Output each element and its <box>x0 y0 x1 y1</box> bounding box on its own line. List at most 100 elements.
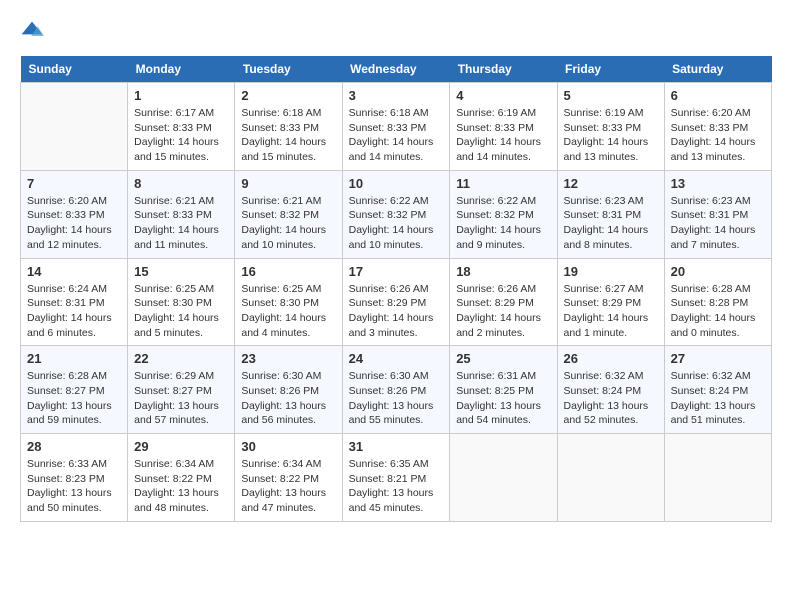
day-number: 8 <box>134 176 228 191</box>
day-info: Sunrise: 6:28 AM Sunset: 8:27 PM Dayligh… <box>27 369 121 428</box>
day-info: Sunrise: 6:17 AM Sunset: 8:33 PM Dayligh… <box>134 106 228 165</box>
day-info: Sunrise: 6:21 AM Sunset: 8:33 PM Dayligh… <box>134 194 228 253</box>
calendar-body: 1 Sunrise: 6:17 AM Sunset: 8:33 PM Daylig… <box>21 83 772 522</box>
day-info: Sunrise: 6:19 AM Sunset: 8:33 PM Dayligh… <box>456 106 550 165</box>
day-info: Sunrise: 6:24 AM Sunset: 8:31 PM Dayligh… <box>27 282 121 341</box>
header-cell-saturday: Saturday <box>664 56 771 83</box>
day-cell: 4 Sunrise: 6:19 AM Sunset: 8:33 PM Daylig… <box>450 83 557 171</box>
header-cell-monday: Monday <box>128 56 235 83</box>
day-info: Sunrise: 6:20 AM Sunset: 8:33 PM Dayligh… <box>671 106 765 165</box>
day-cell: 29 Sunrise: 6:34 AM Sunset: 8:22 PM Dayli… <box>128 434 235 522</box>
week-row-0: 1 Sunrise: 6:17 AM Sunset: 8:33 PM Daylig… <box>21 83 772 171</box>
day-info: Sunrise: 6:20 AM Sunset: 8:33 PM Dayligh… <box>27 194 121 253</box>
day-number: 2 <box>241 88 335 103</box>
page-header <box>20 20 772 40</box>
day-cell: 14 Sunrise: 6:24 AM Sunset: 8:31 PM Dayli… <box>21 258 128 346</box>
day-number: 10 <box>349 176 444 191</box>
day-cell: 30 Sunrise: 6:34 AM Sunset: 8:22 PM Dayli… <box>235 434 342 522</box>
day-number: 27 <box>671 351 765 366</box>
day-number: 21 <box>27 351 121 366</box>
day-number: 28 <box>27 439 121 454</box>
day-number: 11 <box>456 176 550 191</box>
day-info: Sunrise: 6:22 AM Sunset: 8:32 PM Dayligh… <box>456 194 550 253</box>
day-number: 9 <box>241 176 335 191</box>
day-cell <box>557 434 664 522</box>
day-info: Sunrise: 6:25 AM Sunset: 8:30 PM Dayligh… <box>241 282 335 341</box>
week-row-4: 28Sunrise: 6:33 AM Sunset: 8:23 PM Dayli… <box>21 434 772 522</box>
day-cell: 13Sunrise: 6:23 AM Sunset: 8:31 PM Dayli… <box>664 170 771 258</box>
day-info: Sunrise: 6:18 AM Sunset: 8:33 PM Dayligh… <box>349 106 444 165</box>
day-number: 23 <box>241 351 335 366</box>
day-cell: 11 Sunrise: 6:22 AM Sunset: 8:32 PM Dayli… <box>450 170 557 258</box>
day-cell: 6 Sunrise: 6:20 AM Sunset: 8:33 PM Daylig… <box>664 83 771 171</box>
day-cell <box>664 434 771 522</box>
week-row-2: 14 Sunrise: 6:24 AM Sunset: 8:31 PM Dayli… <box>21 258 772 346</box>
header-cell-tuesday: Tuesday <box>235 56 342 83</box>
header-row: SundayMondayTuesdayWednesdayThursdayFrid… <box>21 56 772 83</box>
day-cell: 8 Sunrise: 6:21 AM Sunset: 8:33 PM Daylig… <box>128 170 235 258</box>
day-info: Sunrise: 6:26 AM Sunset: 8:29 PM Dayligh… <box>349 282 444 341</box>
day-cell: 22 Sunrise: 6:29 AM Sunset: 8:27 PM Dayli… <box>128 346 235 434</box>
day-cell: 17 Sunrise: 6:26 AM Sunset: 8:29 PM Dayli… <box>342 258 450 346</box>
day-info: Sunrise: 6:26 AM Sunset: 8:29 PM Dayligh… <box>456 282 550 341</box>
day-cell: 10 Sunrise: 6:22 AM Sunset: 8:32 PM Dayli… <box>342 170 450 258</box>
day-info: Sunrise: 6:23 AM Sunset: 8:31 PM Dayligh… <box>671 194 765 253</box>
day-number: 16 <box>241 264 335 279</box>
day-number: 20 <box>671 264 765 279</box>
day-number: 18 <box>456 264 550 279</box>
day-cell: 28Sunrise: 6:33 AM Sunset: 8:23 PM Dayli… <box>21 434 128 522</box>
day-cell: 23 Sunrise: 6:30 AM Sunset: 8:26 PM Dayli… <box>235 346 342 434</box>
day-info: Sunrise: 6:27 AM Sunset: 8:29 PM Dayligh… <box>564 282 658 341</box>
day-number: 17 <box>349 264 444 279</box>
day-info: Sunrise: 6:25 AM Sunset: 8:30 PM Dayligh… <box>134 282 228 341</box>
calendar-header: SundayMondayTuesdayWednesdayThursdayFrid… <box>21 56 772 83</box>
day-info: Sunrise: 6:29 AM Sunset: 8:27 PM Dayligh… <box>134 369 228 428</box>
day-number: 1 <box>134 88 228 103</box>
header-cell-wednesday: Wednesday <box>342 56 450 83</box>
day-number: 6 <box>671 88 765 103</box>
day-number: 5 <box>564 88 658 103</box>
day-cell: 21 Sunrise: 6:28 AM Sunset: 8:27 PM Dayli… <box>21 346 128 434</box>
day-info: Sunrise: 6:22 AM Sunset: 8:32 PM Dayligh… <box>349 194 444 253</box>
day-info: Sunrise: 6:23 AM Sunset: 8:31 PM Dayligh… <box>564 194 658 253</box>
day-info: Sunrise: 6:19 AM Sunset: 8:33 PM Dayligh… <box>564 106 658 165</box>
day-number: 24 <box>349 351 444 366</box>
day-info: Sunrise: 6:34 AM Sunset: 8:22 PM Dayligh… <box>134 457 228 516</box>
day-number: 15 <box>134 264 228 279</box>
day-info: Sunrise: 6:30 AM Sunset: 8:26 PM Dayligh… <box>349 369 444 428</box>
day-number: 12 <box>564 176 658 191</box>
day-info: Sunrise: 6:30 AM Sunset: 8:26 PM Dayligh… <box>241 369 335 428</box>
day-number: 29 <box>134 439 228 454</box>
day-cell: 9 Sunrise: 6:21 AM Sunset: 8:32 PM Daylig… <box>235 170 342 258</box>
day-number: 7 <box>27 176 121 191</box>
calendar-table: SundayMondayTuesdayWednesdayThursdayFrid… <box>20 56 772 522</box>
week-row-3: 21 Sunrise: 6:28 AM Sunset: 8:27 PM Dayli… <box>21 346 772 434</box>
day-number: 30 <box>241 439 335 454</box>
day-info: Sunrise: 6:35 AM Sunset: 8:21 PM Dayligh… <box>349 457 444 516</box>
logo <box>20 20 48 40</box>
day-cell: 20 Sunrise: 6:28 AM Sunset: 8:28 PM Dayli… <box>664 258 771 346</box>
day-info: Sunrise: 6:21 AM Sunset: 8:32 PM Dayligh… <box>241 194 335 253</box>
day-cell: 25 Sunrise: 6:31 AM Sunset: 8:25 PM Dayli… <box>450 346 557 434</box>
day-cell <box>450 434 557 522</box>
day-number: 22 <box>134 351 228 366</box>
day-number: 14 <box>27 264 121 279</box>
day-info: Sunrise: 6:32 AM Sunset: 8:24 PM Dayligh… <box>671 369 765 428</box>
day-info: Sunrise: 6:28 AM Sunset: 8:28 PM Dayligh… <box>671 282 765 341</box>
day-cell: 1 Sunrise: 6:17 AM Sunset: 8:33 PM Daylig… <box>128 83 235 171</box>
day-cell: 7 Sunrise: 6:20 AM Sunset: 8:33 PM Daylig… <box>21 170 128 258</box>
day-cell: 24 Sunrise: 6:30 AM Sunset: 8:26 PM Dayli… <box>342 346 450 434</box>
day-cell <box>21 83 128 171</box>
day-number: 4 <box>456 88 550 103</box>
day-cell: 2Sunrise: 6:18 AM Sunset: 8:33 PM Daylig… <box>235 83 342 171</box>
week-row-1: 7 Sunrise: 6:20 AM Sunset: 8:33 PM Daylig… <box>21 170 772 258</box>
day-cell: 19Sunrise: 6:27 AM Sunset: 8:29 PM Dayli… <box>557 258 664 346</box>
day-cell: 15 Sunrise: 6:25 AM Sunset: 8:30 PM Dayli… <box>128 258 235 346</box>
day-info: Sunrise: 6:32 AM Sunset: 8:24 PM Dayligh… <box>564 369 658 428</box>
day-number: 31 <box>349 439 444 454</box>
day-info: Sunrise: 6:31 AM Sunset: 8:25 PM Dayligh… <box>456 369 550 428</box>
day-number: 25 <box>456 351 550 366</box>
day-info: Sunrise: 6:34 AM Sunset: 8:22 PM Dayligh… <box>241 457 335 516</box>
day-cell: 12 Sunrise: 6:23 AM Sunset: 8:31 PM Dayli… <box>557 170 664 258</box>
header-cell-friday: Friday <box>557 56 664 83</box>
